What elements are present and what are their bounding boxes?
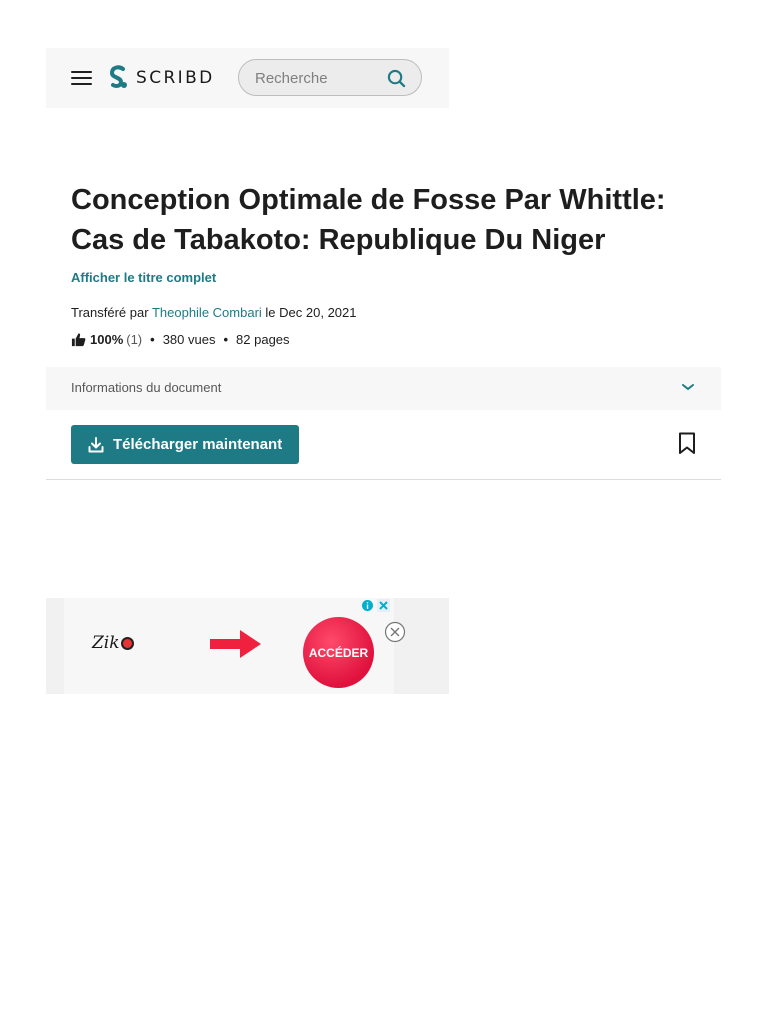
- advertisement[interactable]: Zik ACCÉDER: [46, 598, 449, 694]
- separator-dot: •: [223, 332, 229, 347]
- scribd-logo[interactable]: SCRIBD: [108, 65, 215, 91]
- bookmark-icon[interactable]: [678, 432, 696, 455]
- menu-icon[interactable]: [71, 71, 93, 85]
- top-header: SCRIBD: [46, 48, 449, 108]
- download-button[interactable]: Télécharger maintenant: [71, 425, 299, 464]
- arrow-right-icon: [210, 630, 261, 658]
- page-count: 82 pages: [236, 332, 290, 347]
- ad-cta-button[interactable]: ACCÉDER: [303, 617, 374, 688]
- ad-banner[interactable]: Zik ACCÉDER: [64, 598, 394, 694]
- ad-logo: Zik: [92, 633, 134, 653]
- ad-close-x-icon[interactable]: [377, 599, 390, 612]
- search-box[interactable]: [238, 59, 422, 96]
- uploaded-prefix: Transféré par: [71, 305, 149, 320]
- section-divider: [46, 479, 721, 480]
- brand-name: SCRIBD: [136, 68, 215, 88]
- chevron-down-icon: [682, 384, 694, 390]
- document-title: Conception Optimale de Fosse Par Whittle…: [71, 184, 666, 256]
- record-icon: [120, 636, 134, 650]
- document-stats: 100% (1) • 380 vues • 82 pages: [71, 332, 290, 347]
- search-input[interactable]: [255, 68, 375, 88]
- scribd-logo-icon: [109, 65, 127, 88]
- ad-logo-text: Zik: [92, 633, 120, 653]
- search-icon[interactable]: [387, 69, 406, 88]
- download-icon: [88, 436, 104, 452]
- uploader-link[interactable]: Theophile Combari: [152, 305, 262, 320]
- ad-info-icon[interactable]: [361, 599, 374, 612]
- show-full-title-link[interactable]: Afficher le titre complet: [71, 270, 216, 285]
- view-count: 380 vues: [162, 332, 216, 347]
- thumbs-up-icon: [71, 333, 86, 347]
- separator-dot: •: [150, 332, 155, 347]
- document-info-toggle[interactable]: Informations du document: [46, 367, 721, 410]
- upload-info: Transféré par Theophile Combari le Dec 2…: [71, 305, 357, 320]
- close-icon[interactable]: [384, 621, 406, 643]
- document-info-label: Informations du document: [71, 380, 222, 395]
- rating-percent: 100%: [90, 332, 124, 347]
- upload-date: le Dec 20, 2021: [265, 305, 357, 320]
- download-label: Télécharger maintenant: [113, 436, 283, 453]
- rating-count: (1): [126, 332, 143, 347]
- ad-cta-label: ACCÉDER: [308, 645, 369, 660]
